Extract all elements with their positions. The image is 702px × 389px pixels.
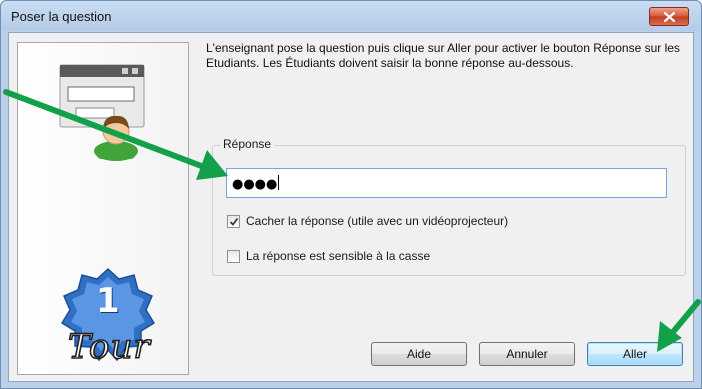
hide-answer-label: Cacher la réponse (utile avec un vidéopr… xyxy=(246,214,509,228)
question-user-icon xyxy=(59,64,145,161)
case-sensitive-label: La réponse est sensible à la casse xyxy=(246,249,431,263)
close-icon xyxy=(664,12,675,22)
dialog-client-area: 1 Tour L'enseignant pose la question pui… xyxy=(8,32,694,382)
go-button[interactable]: Aller xyxy=(587,342,683,366)
hide-answer-checkbox[interactable] xyxy=(227,214,240,228)
text-caret xyxy=(278,175,280,190)
help-button[interactable]: Aide xyxy=(371,342,467,366)
instructions-text: L'enseignant pose la question puis cliqu… xyxy=(206,41,680,70)
hide-answer-option[interactable]: Cacher la réponse (utile avec un vidéopr… xyxy=(227,214,508,228)
title-bar[interactable]: Poser la question xyxy=(1,1,701,33)
badge-number: 1 xyxy=(96,281,120,321)
dialog-window: Poser la question 1 Tour L'enseignant po… xyxy=(0,0,702,389)
answer-group-label: Réponse xyxy=(220,137,275,151)
answer-masked-value: ●●●● xyxy=(232,177,278,192)
answer-password-input[interactable]: ●●●● xyxy=(226,168,667,198)
close-button[interactable] xyxy=(649,7,689,26)
badge-word: Tour xyxy=(67,326,151,368)
cancel-button[interactable]: Annuler xyxy=(479,342,575,366)
checkmark-icon xyxy=(229,217,239,226)
case-sensitive-checkbox[interactable] xyxy=(227,249,240,263)
window-title: Poser la question xyxy=(11,9,112,24)
case-sensitive-option[interactable]: La réponse est sensible à la casse xyxy=(227,249,430,263)
side-illustration-panel: 1 Tour xyxy=(17,42,189,375)
